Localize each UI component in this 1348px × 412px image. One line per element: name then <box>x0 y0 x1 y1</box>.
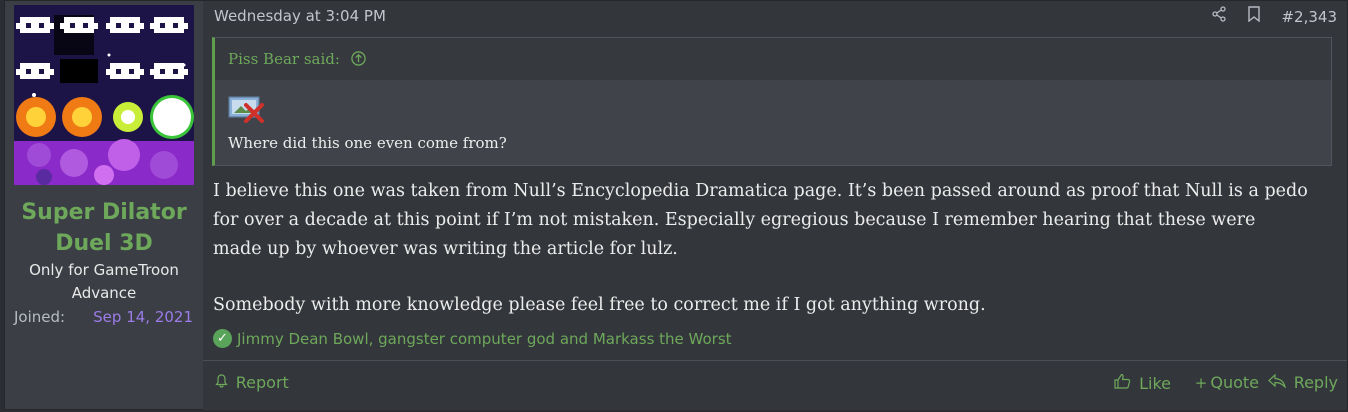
reply-button[interactable]: Reply <box>1268 373 1338 392</box>
check-circle-icon: ✓ <box>213 329 232 348</box>
reply-label: Reply <box>1293 373 1338 392</box>
broken-image-svg <box>228 96 264 123</box>
share-icon-svg <box>1212 6 1227 22</box>
post-header-actions: #2,343 <box>1211 6 1337 27</box>
post-date[interactable]: Wednesday at 3:04 PM <box>214 7 386 25</box>
joined-date: Sep 14, 2021 <box>93 308 193 326</box>
report-button[interactable]: Report <box>215 373 289 392</box>
reply-arrow-svg <box>1268 373 1286 390</box>
post-line-1: I believe this one was taken from Null’s… <box>213 181 1308 201</box>
joined-label: Joined: <box>14 308 66 326</box>
report-label: Report <box>235 373 289 392</box>
share-icon[interactable] <box>1211 6 1227 27</box>
quote-button[interactable]: + Quote <box>1195 373 1259 392</box>
bell-icon-svg <box>215 374 228 388</box>
broken-image-icon <box>228 93 266 127</box>
post-line-3: made up by whoever was writing the artic… <box>213 239 678 259</box>
reactions-text[interactable]: Jimmy Dean Bowl, gangster computer god a… <box>237 330 732 348</box>
post-footer: Report Like + Quote Reply <box>203 360 1347 410</box>
quote-block: Piss Bear said: Where did this one even … <box>212 37 1332 166</box>
like-button[interactable]: Like <box>1114 373 1171 393</box>
post-paragraph-1: I believe this one was taken from Null’s… <box>213 177 1341 264</box>
space-invaders-avatar-image <box>14 5 194 185</box>
quote-label: Quote <box>1210 373 1259 392</box>
thumbs-up-svg <box>1114 373 1131 389</box>
reply-arrow-icon <box>1268 373 1291 392</box>
user-title-line-1: Only for GameTroon <box>29 261 179 279</box>
bell-icon <box>215 374 233 392</box>
plus-icon: + <box>1194 374 1208 392</box>
user-info-panel: Super Dilator Duel 3D Only for GameTroon… <box>5 1 203 409</box>
reactions-bar[interactable]: ✓ Jimmy Dean Bowl, gangster computer god… <box>213 329 732 348</box>
user-title: Only for GameTroon Advance <box>5 259 203 305</box>
like-label: Like <box>1139 374 1171 393</box>
post-body: I believe this one was taken from Null’s… <box>213 177 1341 347</box>
quote-header[interactable]: Piss Bear said: <box>215 38 1331 80</box>
avatar[interactable] <box>14 5 194 185</box>
forum-post: Super Dilator Duel 3D Only for GameTroon… <box>4 0 1348 410</box>
username[interactable]: Super Dilator Duel 3D <box>5 197 203 259</box>
quote-text: Where did this one even come from? <box>228 134 507 152</box>
bookmark-icon[interactable] <box>1247 6 1261 27</box>
post-main: Wednesday at 3:04 PM #2,343 Piss Bear sa… <box>203 1 1347 410</box>
post-paragraph-2: Somebody with more knowledge please feel… <box>213 295 986 315</box>
quote-author[interactable]: Piss Bear said: <box>228 50 340 68</box>
thumbs-up-icon <box>1114 373 1136 393</box>
bookmark-icon-svg <box>1248 6 1261 23</box>
post-line-2: for over a decade at this point if I’m n… <box>213 210 1256 230</box>
post-number[interactable]: #2,343 <box>1281 8 1337 26</box>
arrow-up-circle-icon[interactable] <box>351 38 366 80</box>
quote-body: Where did this one even come from? <box>215 80 1331 165</box>
user-title-line-2: Advance <box>71 284 137 302</box>
arrow-up-circle-svg <box>351 51 366 66</box>
username-line-2: Duel 3D <box>55 231 153 256</box>
username-line-1: Super Dilator <box>21 200 187 225</box>
